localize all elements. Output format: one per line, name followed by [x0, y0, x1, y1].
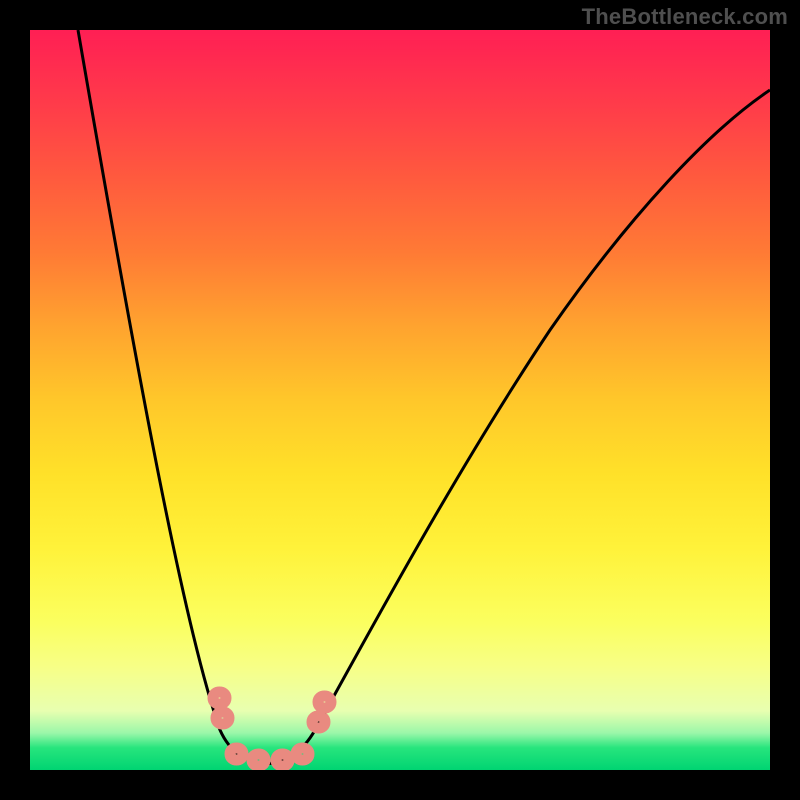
chart-svg	[30, 30, 770, 770]
bottleneck-curve	[78, 30, 770, 764]
watermark-text: TheBottleneck.com	[582, 4, 788, 30]
chart-plot-area	[30, 30, 770, 770]
datapoints-overlay	[213, 692, 331, 766]
